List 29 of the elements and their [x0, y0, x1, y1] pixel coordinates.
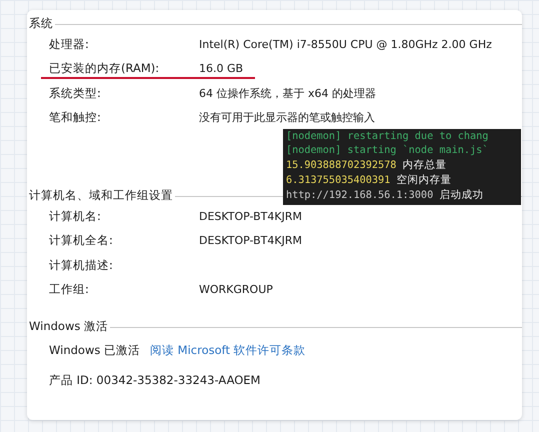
section-title: 系统 [29, 16, 53, 30]
field-label: 计算机描述: [49, 258, 114, 273]
field-label: 处理器: [49, 36, 90, 52]
number-output: 6.313755035400391 [286, 175, 390, 186]
activation-status: Windows 已激活 [49, 342, 140, 358]
number-output: 15.903888702392578 [286, 160, 396, 171]
section-title: 计算机名、域和工作组设置 [29, 188, 173, 202]
url-output: http://192.168.56.1:3000 [286, 190, 434, 201]
field-label: 计算机名: [49, 208, 102, 224]
field-label: 已安装的内存(RAM): [49, 61, 160, 76]
field-label: 系统类型: [49, 86, 102, 101]
log-line: [nodemon] starting `node main.js` [286, 145, 488, 156]
section-title: Windows 激活 [29, 318, 108, 334]
output-label: 空闲内存量 [396, 174, 452, 186]
field-label: 计算机全名: [49, 233, 114, 248]
log-line: [nodemon] restarting due to chang [286, 131, 488, 142]
field-label: 工作组: [49, 282, 90, 298]
product-id: 产品 ID: 00342-35382-33243-AAOEM [49, 372, 260, 388]
field-value: WORKGROUP [199, 283, 273, 296]
field-value: 16.0 GB [199, 62, 244, 76]
field-value: 没有可用于此显示器的笔或触控输入 [199, 110, 375, 126]
field-label: 笔和触控: [49, 110, 102, 126]
field-value: 64 位操作系统，基于 x64 的处理器 [199, 86, 376, 101]
field-value: DESKTOP-BT4KJRM [199, 234, 302, 248]
field-value: DESKTOP-BT4KJRM [199, 210, 302, 223]
output-label: 内存总量 [402, 159, 447, 171]
license-link[interactable]: 阅读 Microsoft 软件许可条款 [150, 342, 306, 358]
field-value: Intel(R) Core(TM) i7-8550U CPU @ 1.80GHz 2.00 GHz [199, 38, 492, 51]
output-label: 启动成功 [439, 189, 484, 201]
